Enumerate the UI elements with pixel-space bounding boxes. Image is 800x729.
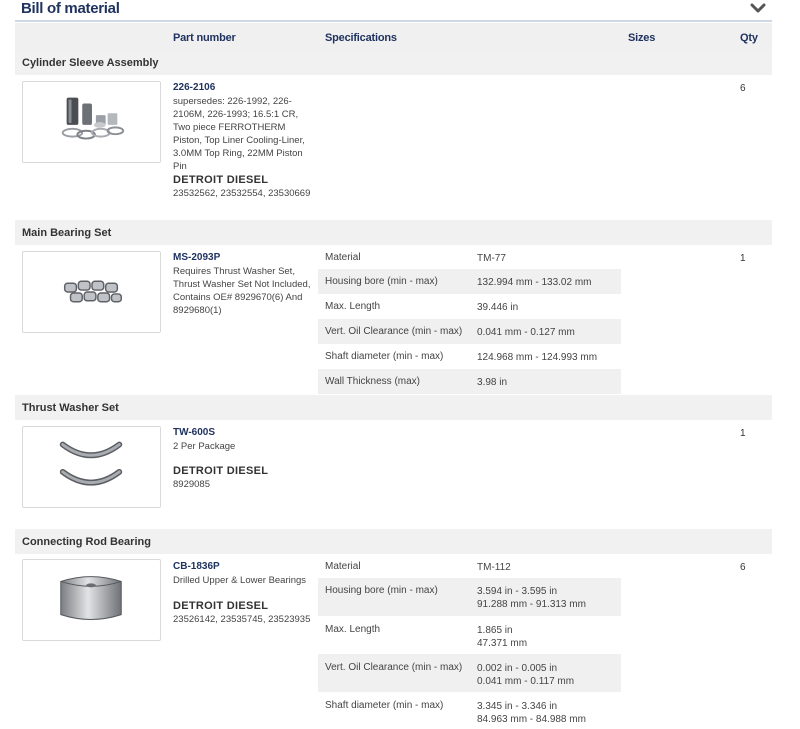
table-header: Part number Specifications Sizes Qty: [15, 23, 772, 50]
group-title: Connecting Rod Bearing: [22, 536, 151, 548]
spec-row: Vert. Oil Clearance (min - max) 0.002 in…: [318, 654, 621, 692]
col-sizes: Sizes: [628, 32, 656, 44]
spec-value: 3.98 in: [477, 377, 508, 388]
part-number-link[interactable]: MS-2093P: [173, 252, 220, 263]
spec-value: TM-112: [477, 562, 511, 573]
group-title: Thrust Washer Set: [22, 402, 119, 414]
qty-value: 6: [740, 562, 746, 573]
product-image-connecting-rod[interactable]: [22, 559, 161, 641]
bom-header: Bill of material: [15, 0, 772, 22]
qty-value: 1: [740, 428, 746, 439]
product-image-main-bearing[interactable]: [22, 251, 161, 333]
spec-label: Shaft diameter (min - max): [325, 700, 444, 711]
spec-label: Shaft diameter (min - max): [325, 351, 444, 362]
spec-label: Max. Length: [325, 624, 381, 635]
part-number-link[interactable]: 226-2106: [173, 82, 215, 93]
spec-row: Housing bore (min - max) 3.594 in - 3.59…: [318, 578, 621, 616]
spec-value-mm: 47.371 mm: [477, 638, 528, 649]
col-qty: Qty: [740, 32, 758, 44]
part-number-link[interactable]: CB-1836P: [173, 561, 220, 572]
spec-row: Shaft diameter (min - max) 3.345 in - 3.…: [318, 692, 621, 729]
brand-name: DETROIT DIESEL: [173, 600, 269, 612]
spec-value: TM-77: [477, 253, 506, 264]
spec-row: Max. Length 39.446 in: [318, 294, 621, 319]
part-description: supersedes: 226-1992, 226-2106M, 226-199…: [173, 96, 305, 172]
oe-numbers: 23526142, 23535745, 23523935: [173, 614, 311, 625]
group-title: Cylinder Sleeve Assembly: [22, 57, 159, 69]
part-description: Drilled Upper & Lower Bearings: [173, 575, 307, 586]
spec-label: Vert. Oil Clearance (min - max): [325, 326, 463, 337]
oe-numbers: 8929085: [173, 479, 210, 490]
spec-row: Wall Thickness (max) 3.98 in: [318, 369, 621, 394]
spec-row: Material TM-77: [318, 246, 621, 269]
spec-value-mm: 84.963 mm - 84.988 mm: [477, 714, 586, 725]
oe-numbers: 23532562, 23532554, 23530669: [173, 188, 311, 199]
qty-value: 6: [740, 83, 746, 94]
part-number-link[interactable]: TW-600S: [173, 427, 215, 438]
brand-name: DETROIT DIESEL: [173, 174, 269, 186]
spec-value-in: 3.594 in - 3.595 in: [477, 586, 558, 597]
spec-row: Shaft diameter (min - max) 124.968 mm - …: [318, 344, 621, 369]
part-description: 2 Per Package: [173, 441, 236, 452]
spec-label: Max. Length: [325, 301, 381, 312]
spec-value-in: 3.345 in - 3.346 in: [477, 701, 558, 712]
group-header-connecting-rod: Connecting Rod Bearing: [15, 529, 772, 554]
spec-value-in: 0.002 in - 0.005 in: [477, 663, 558, 674]
spec-value-mm: 91.288 mm - 91.313 mm: [477, 599, 586, 610]
spec-label: Wall Thickness (max): [325, 376, 421, 387]
spec-value-mm: 0.041 mm - 0.117 mm: [477, 676, 575, 687]
part-description: Requires Thrust Washer Set, Thrust Washe…: [173, 266, 311, 316]
spec-label: Housing bore (min - max): [325, 585, 438, 596]
group-title: Main Bearing Set: [22, 227, 112, 239]
group-header-main-bearing: Main Bearing Set: [15, 220, 772, 245]
spec-label: Housing bore (min - max): [325, 276, 438, 287]
product-image-cylinder-sleeve[interactable]: [22, 81, 161, 163]
spec-value: 124.968 mm - 124.993 mm: [477, 352, 598, 363]
spec-value-in: 1.865 in: [477, 625, 513, 636]
col-specifications: Specifications: [325, 32, 397, 44]
spec-value: 0.041 mm - 0.127 mm: [477, 327, 575, 338]
spec-row: Housing bore (min - max) 132.994 mm - 13…: [318, 269, 621, 294]
page-title: Bill of material: [21, 0, 120, 17]
brand-name: DETROIT DIESEL: [173, 465, 269, 477]
spec-label: Material: [325, 252, 361, 263]
spec-value: 39.446 in: [477, 302, 519, 313]
spec-label: Vert. Oil Clearance (min - max): [325, 662, 463, 673]
spec-label: Material: [325, 561, 361, 572]
product-image-thrust-washer[interactable]: [22, 426, 161, 508]
col-part-number: Part number: [173, 32, 236, 44]
spec-value: 132.994 mm - 133.02 mm: [477, 277, 592, 288]
qty-value: 1: [740, 253, 746, 264]
spec-row: Material TM-112: [318, 555, 621, 578]
group-header-cylinder-sleeve: Cylinder Sleeve Assembly: [15, 50, 772, 75]
spec-row: Max. Length 1.865 in 47.371 mm: [318, 616, 621, 654]
spec-row: Vert. Oil Clearance (min - max) 0.041 mm…: [318, 319, 621, 344]
chevron-down-icon[interactable]: [750, 1, 766, 15]
group-header-thrust-washer: Thrust Washer Set: [15, 395, 772, 420]
